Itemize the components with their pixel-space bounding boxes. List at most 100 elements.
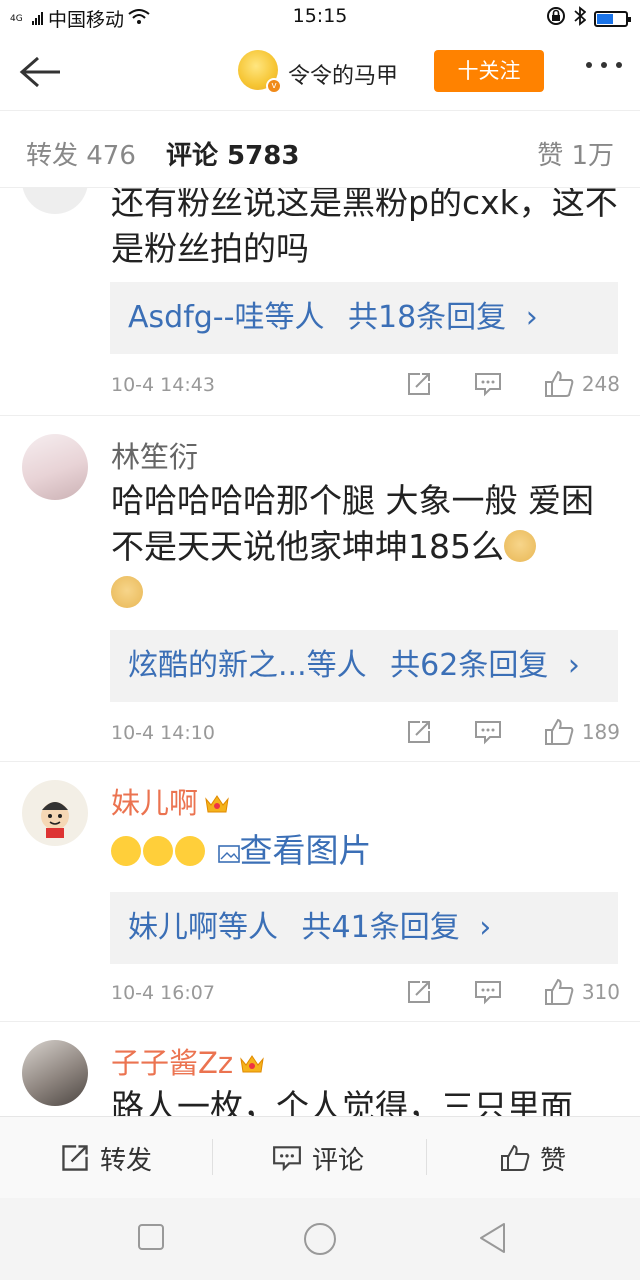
battery-icon [594,10,631,27]
commenter-avatar[interactable] [22,434,88,500]
comment-actions: 248 [406,370,620,398]
rotation-lock-icon [546,6,566,31]
doge-emoji-icon [111,576,143,608]
reply-summary[interactable]: 妹儿啊等人 共41条回复 › [110,892,618,964]
like-count: 189 [581,720,620,744]
reply-users: 妹儿啊等人 [128,910,278,945]
repost-comment-button[interactable] [406,371,432,397]
comment-list[interactable]: 还有粉丝说这是黑粉p的cxk，这不是粉丝拍的吗 Asdfg--哇等人 共18条回… [0,188,640,1116]
commenter-avatar[interactable] [22,1040,88,1106]
comment-time: 10-4 14:10 [111,722,215,744]
comment-bubble-icon [273,1146,301,1172]
detail-tabs: 转发 476 评论 5783 赞 1万 [0,110,640,188]
more-dot [601,62,607,68]
clock: 15:15 [292,5,348,27]
like-comment-button[interactable]: 248 [544,370,620,398]
thumbs-up-icon [501,1144,530,1171]
reply-users: 炫酷的新之...等人 [128,648,367,683]
view-image-text: 查看图片 [239,831,372,870]
comment-bubble-icon [474,721,501,745]
more-dot [586,62,592,68]
chevron-right-icon: › [479,910,492,945]
cartoon-avatar-icon [41,802,69,838]
header-username[interactable]: 令令的马甲 [288,58,398,90]
like-button[interactable]: 赞 [500,1117,566,1199]
comment-actions: 310 [406,978,620,1006]
top-header: v 令令的马甲 十关注 [0,34,640,110]
bottom-action-bar: 转发 评论 赞 [0,1116,640,1198]
verified-badge: v [266,78,282,94]
divider [426,1139,427,1175]
reply-comment-button[interactable] [474,719,502,745]
tab-like[interactable]: 赞 1万 [537,135,614,172]
more-options-button[interactable] [586,62,622,68]
circle-icon [304,1223,336,1255]
tab-repost[interactable]: 转发 476 [26,135,136,172]
like-comment-button[interactable]: 310 [544,978,620,1006]
comment-text: 查看图片 [111,828,620,874]
comment-time: 10-4 16:07 [111,982,215,1004]
commenter-avatar[interactable] [22,188,88,214]
system-back-button[interactable] [478,1222,508,1258]
commenter-avatar[interactable] [22,780,88,846]
share-icon [407,981,430,1003]
share-icon [62,1145,88,1171]
tab-comment[interactable]: 评论 5783 [166,135,299,172]
repost-label: 转发 [100,1145,153,1176]
like-count: 310 [581,980,620,1004]
laugh-cry-emoji-icon [143,836,173,866]
thumbs-up-icon [544,978,574,1005]
comment-item: 子子酱Zz 路人一枚，个人觉得，三只里面 [0,1022,640,1116]
system-nav-bar [0,1198,640,1280]
repost-comment-button[interactable] [406,719,432,745]
reply-users: Asdfg--哇等人 [128,300,325,335]
commenter-name-text: 妹儿啊 [111,786,199,820]
share-icon [407,373,430,395]
image-icon [217,845,240,863]
like-label: 赞 [540,1145,567,1176]
back-button[interactable] [14,50,64,94]
comment-label: 评论 [312,1145,365,1176]
comment-actions: 189 [406,718,620,746]
thumbs-up-icon [544,370,574,397]
comment-item: 还有粉丝说这是黑粉p的cxk，这不是粉丝拍的吗 Asdfg--哇等人 共18条回… [0,188,640,416]
reply-summary[interactable]: 炫酷的新之...等人 共62条回复 › [110,630,618,702]
comment-bubble-icon [474,981,501,1005]
like-count: 248 [581,372,620,396]
share-icon [407,721,430,743]
comment-button[interactable]: 评论 [272,1117,364,1199]
triangle-back-icon [480,1223,505,1253]
chevron-right-icon: › [567,648,580,683]
repost-comment-button[interactable] [406,979,432,1005]
reply-summary[interactable]: Asdfg--哇等人 共18条回复 › [110,282,618,354]
recent-apps-button[interactable] [138,1224,164,1254]
commenter-name[interactable]: 林笙衍 [111,434,198,476]
comment-text: 哈哈哈哈哈那个腿 大象一般 爱困不是天天说他家坤坤185么 [111,478,620,616]
comment-text: 还有粉丝说这是黑粉p的cxk，这不是粉丝拍的吗 [111,188,618,268]
reply-count: 共41条回复 [301,910,460,945]
reply-comment-button[interactable] [474,371,502,397]
square-icon [138,1224,164,1250]
repost-button[interactable]: 转发 [60,1117,152,1199]
laugh-cry-emoji-icon [175,836,205,866]
comment-time: 10-4 14:43 [111,374,215,396]
vip-crown-icon [204,788,230,813]
like-comment-button[interactable]: 189 [544,718,620,746]
commenter-name[interactable]: 子子酱Zz [111,1040,265,1082]
comment-item: 妹儿啊 查看图片 妹儿啊等人 共41条回复 › 10-4 16:07 310 [0,762,640,1022]
commenter-name[interactable]: 妹儿啊 [111,780,230,822]
user-avatar[interactable]: v [238,50,282,94]
divider [212,1139,213,1175]
commenter-name-text: 子子酱Zz [111,1046,234,1080]
more-dot [616,62,622,68]
chevron-right-icon: › [525,300,538,335]
reply-comment-button[interactable] [474,979,502,1005]
home-button[interactable] [303,1222,337,1260]
doge-emoji-icon [504,530,536,562]
view-image-link[interactable]: 查看图片 [217,831,372,870]
bluetooth-icon [574,6,587,31]
thumbs-up-icon [544,718,574,745]
follow-button[interactable]: 十关注 [434,50,544,92]
comment-bubble-icon [474,373,501,397]
comment-item: 林笙衍 哈哈哈哈哈那个腿 大象一般 爱困不是天天说他家坤坤185么 炫酷的新之.… [0,416,640,762]
